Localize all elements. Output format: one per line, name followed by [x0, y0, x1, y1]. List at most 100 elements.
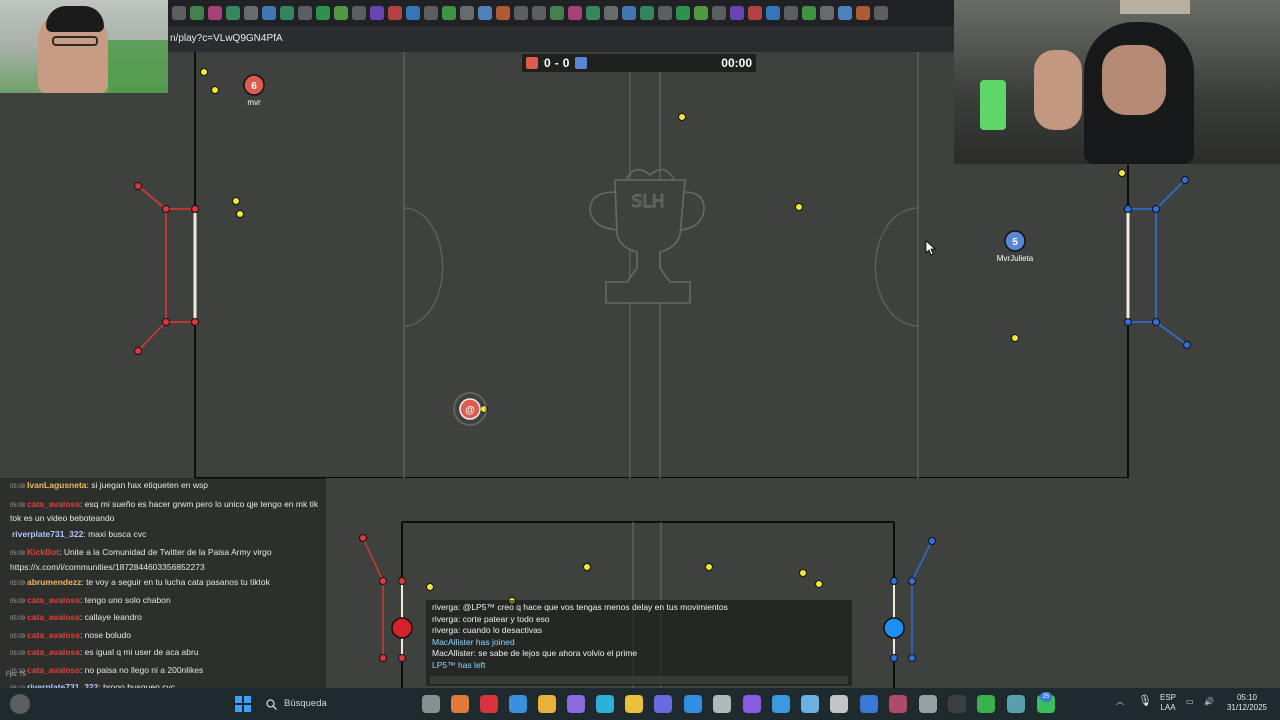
browser-tab-favicon[interactable] [190, 6, 204, 20]
chat-message: 05:09 cata_avaloss: nose boludo [0, 628, 326, 646]
address-bar[interactable]: n/play?c=VLwQ9GN4PfA [168, 26, 954, 52]
language-code: ESP [1159, 693, 1176, 702]
vpn-icon[interactable] [1007, 695, 1025, 713]
terminal-icon[interactable] [948, 695, 966, 713]
browser-tab-favicon[interactable] [478, 6, 492, 20]
browser-tab-favicon[interactable] [244, 6, 258, 20]
chat-username[interactable]: KickBot [27, 547, 59, 557]
chat-message: 05:09 abrumendezz: te voy a seguir en tu … [0, 575, 326, 593]
browser-tab-favicon[interactable] [586, 6, 600, 20]
edge-icon[interactable] [596, 695, 614, 713]
chat-username[interactable]: riverplate731_322 [12, 529, 83, 539]
microphone-icon[interactable]: 🎙 [1138, 696, 1152, 707]
browser-tab-favicon[interactable] [658, 6, 672, 20]
player-number: 6 [251, 81, 257, 92]
browser-tab-favicon[interactable] [460, 6, 474, 20]
clock[interactable]: 05:10 31/12/2025 [1222, 693, 1272, 713]
pen-icon[interactable] [567, 695, 585, 713]
weather-icon[interactable] [10, 694, 30, 714]
player-blue-mvrjulieta[interactable]: 5 MvrJulieta [997, 230, 1034, 263]
browser-tab-favicon[interactable] [532, 6, 546, 20]
chrome-icon[interactable] [977, 695, 995, 713]
browser-tab-strip[interactable] [168, 0, 954, 26]
c-app-icon[interactable] [713, 695, 731, 713]
browser-tab-favicon[interactable] [208, 6, 222, 20]
browser-tab-favicon[interactable] [676, 6, 690, 20]
browser-tab-favicon[interactable] [820, 6, 834, 20]
notepad-icon[interactable] [801, 695, 819, 713]
obs-icon[interactable] [830, 695, 848, 713]
outlook-icon[interactable] [860, 695, 878, 713]
chat-username[interactable]: cata_avaloss [27, 499, 80, 509]
browser-tab-favicon[interactable] [352, 6, 366, 20]
file-explorer-icon[interactable] [538, 695, 556, 713]
browser-tab-favicon[interactable] [442, 6, 456, 20]
browser-tab-favicon[interactable] [262, 6, 276, 20]
chat-username[interactable]: cata_avaloss [27, 630, 80, 640]
browser-tab-favicon[interactable] [766, 6, 780, 20]
copilot-icon[interactable] [451, 695, 469, 713]
game-chat-input[interactable] [430, 676, 848, 684]
system-message: LP5™ has left [432, 659, 486, 670]
discord-icon[interactable] [654, 695, 672, 713]
browser-tab-favicon[interactable] [640, 6, 654, 20]
game-chat-message: MacAllister: se sabe de lejos que ahora … [432, 648, 638, 658]
browser-tab-favicon[interactable] [874, 6, 888, 20]
vscode-icon[interactable] [684, 695, 702, 713]
remote-icon[interactable] [772, 695, 790, 713]
browser-tab-favicon[interactable] [856, 6, 870, 20]
chat-username[interactable]: cata_avaloss [27, 647, 80, 657]
chat-username[interactable]: cata_avaloss [27, 665, 80, 675]
browser-tab-favicon[interactable] [406, 6, 420, 20]
chat-username[interactable]: cata_avaloss [27, 612, 80, 622]
browser-tab-favicon[interactable] [694, 6, 708, 20]
browser-tab-favicon[interactable] [388, 6, 402, 20]
windows-start-icon[interactable] [234, 695, 252, 713]
browser-tab-favicon[interactable] [280, 6, 294, 20]
chat-username[interactable]: cata_avaloss [27, 595, 80, 605]
browser-tab-favicon[interactable] [334, 6, 348, 20]
language-indicator[interactable]: ESP LAA [1158, 693, 1178, 713]
browser-tab-favicon[interactable] [226, 6, 240, 20]
opera-icon[interactable] [480, 695, 498, 713]
browser-tab-favicon[interactable] [802, 6, 816, 20]
browser-tab-favicon[interactable] [550, 6, 564, 20]
webcam-right [954, 0, 1280, 164]
browser-tab-favicon[interactable] [748, 6, 762, 20]
browser-tab-favicon[interactable] [838, 6, 852, 20]
chat-message: 05:08 KickBot: Unite a la Comunidad de Tw… [0, 544, 326, 575]
browser-tab-favicon[interactable] [784, 6, 798, 20]
taskbar-search[interactable]: Búsqueda [260, 694, 420, 714]
browser-tab-favicon[interactable] [604, 6, 618, 20]
screen: SLH 6 mvr 5 MvrJulieta @ n/play?c=VLwQ9G… [0, 0, 1280, 720]
winrar-icon[interactable] [889, 695, 907, 713]
browser-tab-favicon[interactable] [622, 6, 636, 20]
task-view-icon[interactable] [422, 695, 440, 713]
browser-tab-favicon[interactable] [172, 6, 186, 20]
chat-username[interactable]: IvanLagusneta [27, 480, 87, 490]
settings-icon[interactable] [919, 695, 937, 713]
store-icon[interactable] [509, 695, 527, 713]
tray-chevron-icon[interactable]: ︿ [1116, 697, 1124, 707]
browser-tab-favicon[interactable] [496, 6, 510, 20]
capture-icon[interactable] [743, 695, 761, 713]
notification-badge: 25 [1040, 692, 1052, 702]
browser-tab-favicon[interactable] [730, 6, 744, 20]
browser-tab-favicon[interactable] [370, 6, 384, 20]
browser-tab-favicon[interactable] [316, 6, 330, 20]
browser-tab-favicon[interactable] [514, 6, 528, 20]
browser-tab-favicon[interactable] [568, 6, 582, 20]
browser-tab-favicon[interactable] [298, 6, 312, 20]
blue-score: 0 [562, 56, 570, 70]
app-v-icon[interactable] [625, 695, 643, 713]
chat-timestamp: 05:08 [10, 551, 26, 557]
clock-time: 05:10 [1236, 693, 1258, 702]
browser-tab-favicon[interactable] [424, 6, 438, 20]
chat-timestamp: 05:09 [10, 616, 26, 622]
player-name: mvr [247, 98, 261, 107]
volume-icon[interactable]: 🔊 [1204, 697, 1214, 707]
browser-tab-favicon[interactable] [712, 6, 726, 20]
network-icon[interactable]: ▭ [1186, 697, 1194, 707]
chat-username[interactable]: abrumendezz [27, 577, 81, 587]
game-chat: riverga: @LP5™ creo q hace que vos tenga… [426, 600, 852, 686]
